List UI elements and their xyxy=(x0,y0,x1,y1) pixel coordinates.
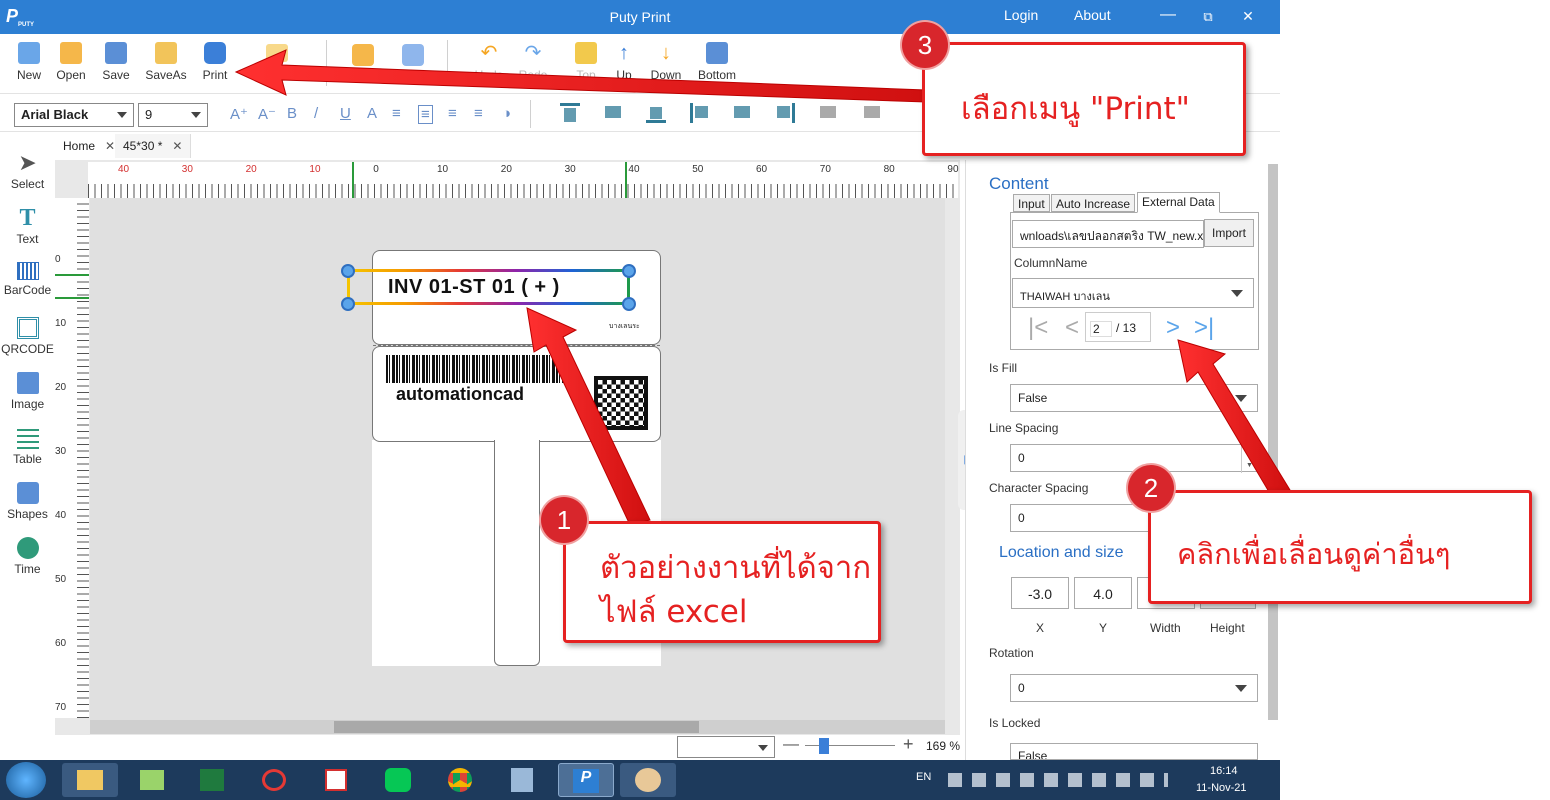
annotation-arrows xyxy=(234,49,1291,526)
annotation-badge-1: 1 xyxy=(541,497,587,543)
annotation-box-2: คลิกเพื่อเลื่อนดูค่าอื่นๆ xyxy=(1148,490,1532,604)
annotation-1-line1: ตัวอย่างงานที่ได้จาก xyxy=(600,550,872,586)
annotation-box-1: ตัวอย่างงานที่ได้จาก ไฟล์ excel xyxy=(563,521,881,643)
arrow-to-pager xyxy=(1177,339,1291,498)
arrow-to-label xyxy=(526,307,651,526)
annotation-3-text: เลือกเมนู "Print" xyxy=(961,91,1190,127)
annotation-2-text: คลิกเพื่อเลื่อนดูค่าอื่นๆ xyxy=(1177,537,1451,571)
annotation-badge-2: 2 xyxy=(1128,465,1174,511)
annotation-1-line2: ไฟล์ excel xyxy=(600,594,748,630)
arrow-to-print xyxy=(234,49,927,103)
annotation-box-3: เลือกเมนู "Print" xyxy=(922,42,1246,156)
annotation-badge-3: 3 xyxy=(902,22,948,68)
